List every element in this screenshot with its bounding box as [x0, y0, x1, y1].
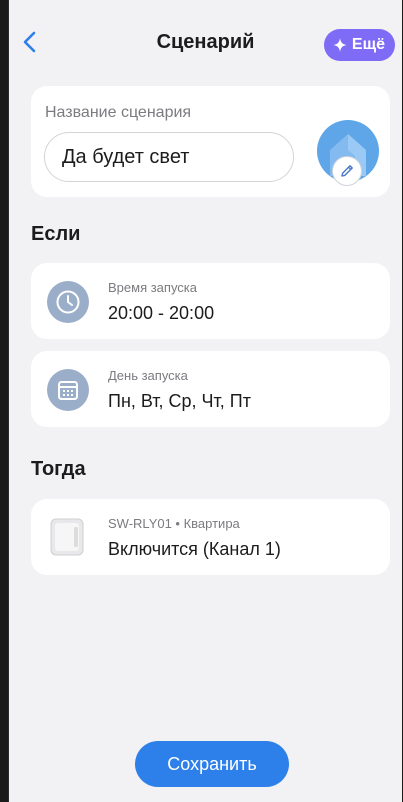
calendar-icon-circle	[47, 369, 89, 411]
condition-time-value: 20:00 - 20:00	[108, 303, 215, 323]
pencil-icon	[341, 165, 353, 177]
save-button[interactable]: Сохранить	[135, 741, 289, 787]
back-button[interactable]	[19, 28, 43, 56]
more-button[interactable]: Ещё	[323, 29, 395, 61]
clock-icon-circle	[47, 281, 89, 323]
condition-day-card[interactable]: День запуска Пн, Вт, Ср, Чт, Пт	[31, 351, 390, 427]
chevron-left-icon	[23, 31, 36, 53]
calendar-icon	[58, 381, 78, 400]
condition-day-label: День запуска	[108, 368, 188, 383]
edit-avatar-button[interactable]	[332, 156, 362, 186]
section-then-title: Тогда	[31, 458, 86, 480]
header: Сценарий Ещё	[9, 0, 402, 70]
scenario-name-value: Да будет свет	[62, 145, 190, 168]
condition-time-card[interactable]: Время запуска 20:00 - 20:00	[31, 263, 390, 339]
clock-icon	[56, 290, 80, 314]
sparkle-icon	[332, 38, 347, 52]
scenario-name-label: Название сценария	[45, 104, 192, 121]
section-if-title: Если	[31, 223, 81, 245]
more-label: Ещё	[351, 36, 385, 53]
action-device-card[interactable]: SW-RLY01 • Квартира Включится (Канал 1)	[31, 499, 390, 575]
relay-device-icon	[50, 518, 84, 556]
condition-day-value: Пн, Вт, Ср, Чт, Пт	[108, 391, 251, 411]
screen: Сценарий Ещё Название сценария Да будет …	[8, 0, 402, 802]
action-description: Включится (Канал 1)	[108, 539, 281, 559]
action-device-name: SW-RLY01 • Квартира	[108, 516, 240, 531]
condition-time-label: Время запуска	[108, 280, 198, 295]
scenario-name-input[interactable]: Да будет свет	[44, 132, 294, 182]
